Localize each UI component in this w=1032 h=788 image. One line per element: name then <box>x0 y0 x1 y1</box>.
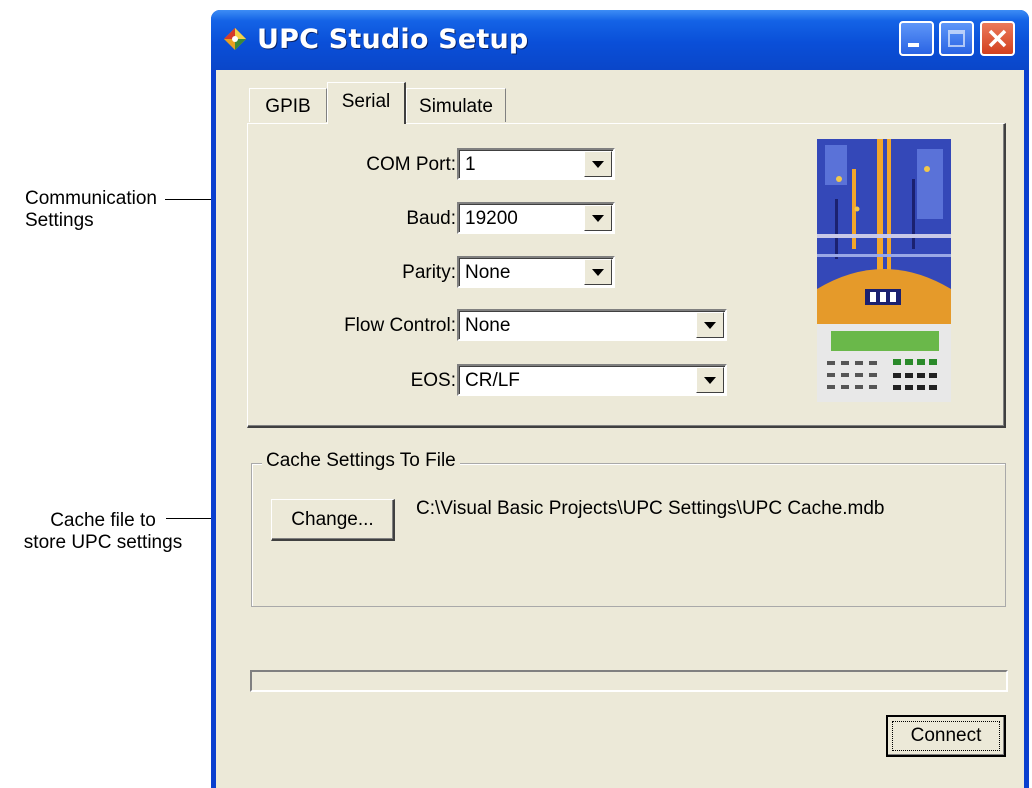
window-title: UPC Studio Setup <box>257 24 529 55</box>
maximize-icon <box>948 30 965 47</box>
flow-control-label: Flow Control: <box>344 315 456 336</box>
tab-gpib[interactable]: GPIB <box>249 88 327 122</box>
close-button[interactable] <box>980 21 1015 56</box>
chevron-down-icon[interactable] <box>584 205 612 231</box>
parity-value: None <box>465 262 511 283</box>
connect-label: Connect <box>910 725 982 746</box>
chevron-down-icon[interactable] <box>584 151 612 177</box>
annotation-line1: Cache file to <box>50 510 156 531</box>
tab-simulate[interactable]: Simulate <box>406 88 506 122</box>
parity-select[interactable]: None <box>457 256 615 288</box>
flow-control-select[interactable]: None <box>457 309 727 341</box>
chevron-down-icon[interactable] <box>696 367 724 393</box>
baud-value: 19200 <box>465 208 518 229</box>
close-icon <box>988 29 1007 48</box>
baud-select[interactable]: 19200 <box>457 202 615 234</box>
annotation-cache-file: Cache file to store UPC settings <box>18 510 188 554</box>
dialog-client-area: GPIB Serial Simulate COM Port: 1 Baud: 1… <box>216 70 1024 788</box>
tab-serial[interactable]: Serial <box>327 82 406 124</box>
baud-label: Baud: <box>406 208 456 229</box>
flow-control-value: None <box>465 315 511 336</box>
parity-label: Parity: <box>402 262 456 283</box>
chevron-down-icon[interactable] <box>584 259 612 285</box>
setup-window: UPC Studio Setup GPIB Serial Simulate CO… <box>211 10 1029 788</box>
app-icon <box>224 28 246 50</box>
connect-button[interactable]: Connect <box>886 715 1006 757</box>
maximize-button[interactable] <box>939 21 974 56</box>
com-port-value: 1 <box>465 154 476 175</box>
minimize-button[interactable] <box>899 21 934 56</box>
annotation-communication-settings: Communication Settings <box>25 188 157 232</box>
annotation-line2: store UPC settings <box>23 532 183 553</box>
annotation-line2: Settings <box>25 210 94 231</box>
cache-file-path: C:\Visual Basic Projects\UPC Settings\UP… <box>416 498 885 519</box>
chevron-down-icon[interactable] <box>696 312 724 338</box>
eos-value: CR/LF <box>465 370 520 391</box>
minimize-icon <box>908 43 919 47</box>
com-port-select[interactable]: 1 <box>457 148 615 180</box>
cache-settings-title: Cache Settings To File <box>262 450 460 472</box>
title-bar[interactable]: UPC Studio Setup <box>211 10 1029 70</box>
progress-bar <box>250 670 1008 692</box>
annotation-line1: Communication <box>25 188 157 209</box>
eos-select[interactable]: CR/LF <box>457 364 727 396</box>
eos-label: EOS: <box>410 370 456 391</box>
change-button[interactable]: Change... <box>271 499 395 541</box>
upc-device-image <box>817 139 951 402</box>
com-port-label: COM Port: <box>366 154 456 175</box>
